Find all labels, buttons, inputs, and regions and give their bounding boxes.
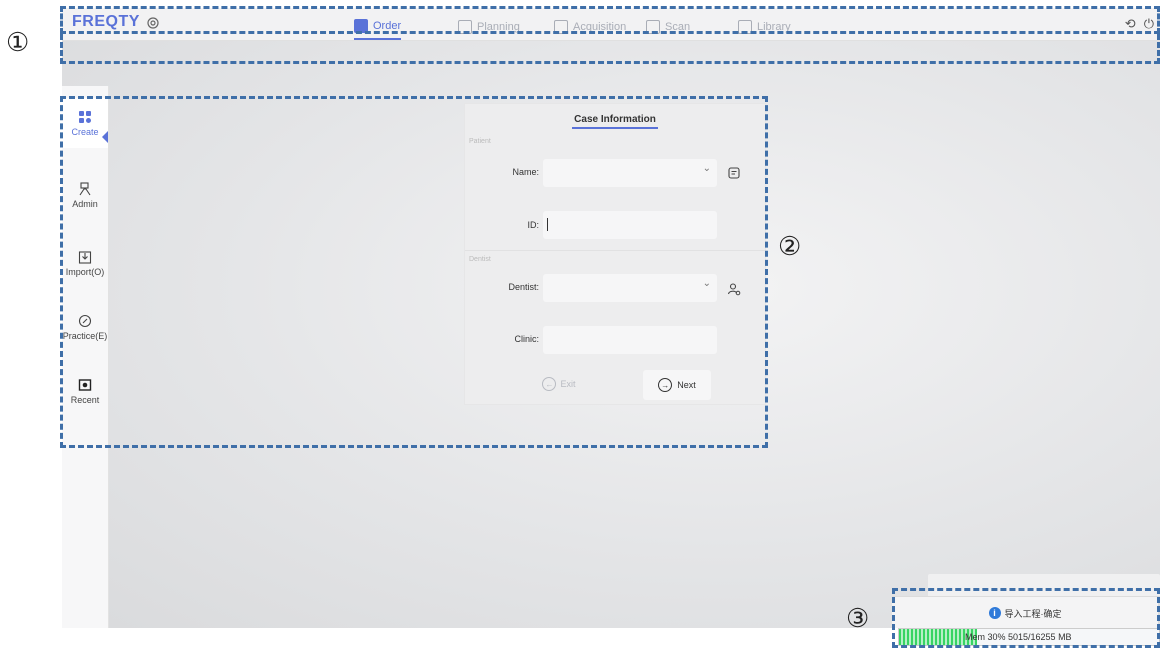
annotation-box-3 — [892, 588, 1160, 648]
annotation-box-1-lower — [60, 34, 1160, 64]
annotation-number-3: ③ — [846, 604, 870, 634]
annotation-number-2: ② — [778, 232, 802, 262]
annotation-number-1: ① — [6, 28, 30, 58]
annotation-box-2 — [60, 96, 768, 448]
annotation-box-1 — [60, 6, 1160, 34]
